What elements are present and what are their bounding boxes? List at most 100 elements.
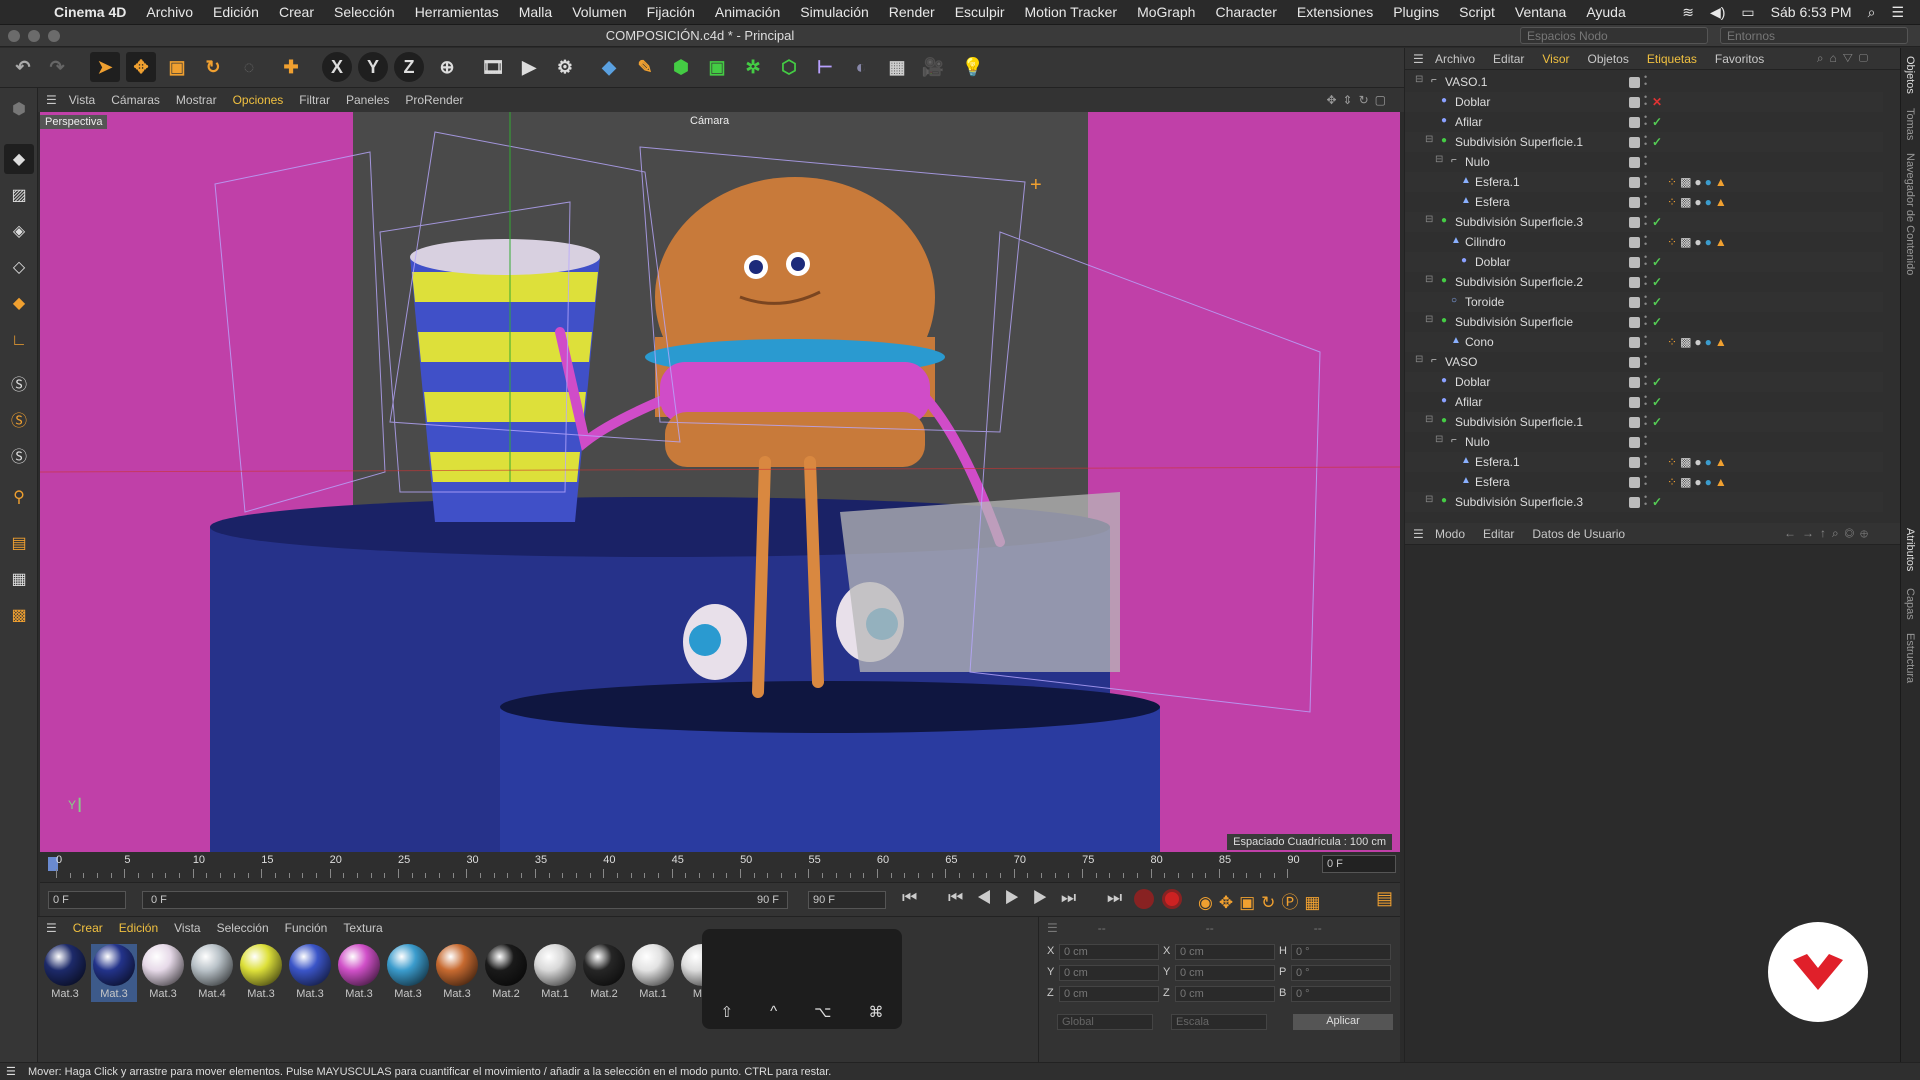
viewport-menu-paneles[interactable]: Paneles	[346, 93, 389, 107]
tab-capas[interactable]: Capas	[1904, 588, 1916, 620]
attr-menu-datos-usuario[interactable]: Datos de Usuario	[1532, 527, 1625, 541]
node-space-select[interactable]: Espacios Nodo	[1520, 27, 1708, 44]
points-mode-icon[interactable]: ◈	[4, 216, 34, 246]
object-name[interactable]: Subdivisión Superficie	[1455, 315, 1573, 329]
layer-visibility-icon[interactable]	[1629, 396, 1640, 408]
undo-icon[interactable]: ↶	[8, 52, 38, 82]
wifi-icon[interactable]: ≋	[1682, 4, 1694, 21]
editor-render-toggle-icon[interactable]: • •	[1644, 393, 1647, 409]
object-name[interactable]: Doblar	[1455, 375, 1490, 389]
editor-render-toggle-icon[interactable]: • •	[1644, 293, 1647, 309]
tab-atributos[interactable]: Atributos	[1904, 528, 1916, 571]
enabled-check-icon[interactable]: ✓	[1652, 315, 1662, 329]
editor-render-toggle-icon[interactable]: • •	[1644, 373, 1647, 389]
control-key-icon[interactable]: ^	[770, 1003, 777, 1021]
tab-estructura[interactable]: Estructura	[1904, 633, 1916, 683]
editor-render-toggle-icon[interactable]: • •	[1644, 493, 1647, 509]
object-row[interactable]: ⊟ ● Subdivisión Superficie • • ✓	[1405, 312, 1883, 332]
enabled-check-icon[interactable]: ✓	[1652, 375, 1662, 389]
object-row[interactable]: ▲ Cono • • ⁘▩●●▲	[1405, 332, 1883, 352]
app-menu[interactable]: Cinema 4D	[54, 4, 126, 20]
editor-render-toggle-icon[interactable]: • •	[1644, 433, 1647, 449]
obj-menu-editar[interactable]: Editar	[1493, 52, 1524, 66]
control-center-icon[interactable]: ☰	[1891, 4, 1904, 21]
editor-render-toggle-icon[interactable]: • •	[1644, 153, 1647, 169]
coord-value-field[interactable]: 0 cm	[1175, 965, 1275, 981]
obj-menu-etiquetas[interactable]: Etiquetas	[1647, 52, 1697, 66]
menu-archivo[interactable]: Archivo	[146, 4, 193, 20]
enabled-check-icon[interactable]: ✓	[1652, 395, 1662, 409]
layer-visibility-icon[interactable]	[1629, 496, 1640, 508]
snap-settings-icon[interactable]: Ⓢ	[4, 404, 34, 434]
editor-render-toggle-icon[interactable]: • •	[1644, 193, 1647, 209]
object-name[interactable]: Subdivisión Superficie.3	[1455, 215, 1583, 229]
object-name[interactable]: Doblar	[1455, 95, 1490, 109]
quantize-icon[interactable]: Ⓢ	[4, 440, 34, 470]
object-row[interactable]: ▲ Esfera.1 • • ⁘▩●●▲	[1405, 452, 1883, 472]
object-name[interactable]: Afilar	[1455, 395, 1482, 409]
hamburger-icon[interactable]: ☰	[46, 93, 57, 107]
object-name[interactable]: Cilindro	[1465, 235, 1506, 249]
menu-fijacion[interactable]: Fijación	[647, 4, 695, 20]
timeline-ruler[interactable]: 0 5 10 15 20 25 30 35 40 45 50 55 60 65 70 75 80 85 90 0 F	[40, 852, 1400, 882]
coord-value-field[interactable]: 0 °	[1291, 944, 1391, 960]
coord-value-field[interactable]: 0 cm	[1059, 944, 1159, 960]
mograph-cloner-icon[interactable]: ✲	[738, 52, 768, 82]
mat-menu-seleccion[interactable]: Selección	[217, 921, 269, 935]
enabled-check-icon[interactable]: ✓	[1652, 295, 1662, 309]
editor-render-toggle-icon[interactable]: • •	[1644, 73, 1647, 89]
coord-system-select[interactable]: Global	[1057, 1014, 1153, 1030]
subdivision-icon[interactable]: ⬢	[666, 52, 696, 82]
menu-mograph[interactable]: MoGraph	[1137, 4, 1195, 20]
layer-visibility-icon[interactable]	[1629, 276, 1640, 288]
hamburger-icon[interactable]: ☰	[6, 1065, 16, 1078]
material-swatch[interactable]: Mat.3	[140, 944, 186, 1002]
workplane-icon[interactable]: ⚲	[4, 482, 34, 512]
material-tags-icon[interactable]: ⁘▩●●▲	[1667, 195, 1730, 209]
layer-visibility-icon[interactable]	[1629, 296, 1640, 308]
planar-icon[interactable]: ▤	[4, 528, 34, 558]
texture-mode-icon[interactable]: ▨	[4, 180, 34, 210]
expand-toggle-icon[interactable]: ⊟	[1425, 134, 1433, 145]
menu-seleccion[interactable]: Selección	[334, 4, 395, 20]
y-axis-icon[interactable]: Y	[358, 52, 388, 82]
object-row[interactable]: ⊟ ● Subdivisión Superficie.3 • • ✓	[1405, 212, 1883, 232]
layer-visibility-icon[interactable]	[1629, 416, 1640, 428]
enabled-check-icon[interactable]: ✓	[1652, 275, 1662, 289]
enabled-check-icon[interactable]: ✓	[1652, 415, 1662, 429]
view-label[interactable]: Perspectiva	[40, 115, 108, 129]
editor-render-toggle-icon[interactable]: • •	[1644, 93, 1647, 109]
floor-icon[interactable]: ▦	[882, 52, 912, 82]
tab-objetos[interactable]: Objetos	[1904, 56, 1916, 94]
object-name[interactable]: Doblar	[1475, 255, 1510, 269]
editor-render-toggle-icon[interactable]: • •	[1644, 353, 1647, 369]
cube-icon[interactable]: ◆	[594, 52, 624, 82]
tab-tomas[interactable]: Tomas	[1904, 108, 1916, 140]
material-swatch[interactable]: Mat.4	[189, 944, 235, 1002]
coord-value-field[interactable]: 0 °	[1291, 965, 1391, 981]
volume-icon[interactable]: ◀)	[1710, 4, 1725, 21]
attr-menu-modo[interactable]: Modo	[1435, 527, 1465, 541]
enabled-check-icon[interactable]: ✓	[1652, 115, 1662, 129]
move-tool-icon[interactable]: ✥	[126, 52, 156, 82]
layer-visibility-icon[interactable]	[1629, 316, 1640, 328]
deformer-icon[interactable]: ⊢	[810, 52, 840, 82]
editor-render-toggle-icon[interactable]: • •	[1644, 233, 1647, 249]
tab-navegador[interactable]: Navegador de Contenido	[1904, 153, 1916, 275]
viewport-menu-vista[interactable]: Vista	[69, 93, 95, 107]
make-editable-icon[interactable]: ⬢	[4, 94, 34, 124]
object-name[interactable]: Esfera	[1475, 195, 1510, 209]
size-mode-select[interactable]: Escala	[1171, 1014, 1267, 1030]
hamburger-icon[interactable]: ☰	[1047, 921, 1058, 935]
layer-visibility-icon[interactable]	[1629, 436, 1640, 448]
apply-button[interactable]: Aplicar	[1293, 1014, 1393, 1030]
mat-menu-textura[interactable]: Textura	[343, 921, 382, 935]
snap-icon[interactable]: Ⓢ	[4, 368, 34, 398]
obj-menu-archivo[interactable]: Archivo	[1435, 52, 1475, 66]
layer-visibility-icon[interactable]	[1629, 176, 1640, 188]
object-row[interactable]: ● Doblar • • ✓	[1405, 372, 1883, 392]
world-coords-icon[interactable]: ⊕	[432, 52, 462, 82]
enabled-check-icon[interactable]: ✓	[1652, 135, 1662, 149]
add-tool-icon[interactable]: ✚	[276, 52, 306, 82]
expand-toggle-icon[interactable]: ⊟	[1415, 74, 1423, 85]
